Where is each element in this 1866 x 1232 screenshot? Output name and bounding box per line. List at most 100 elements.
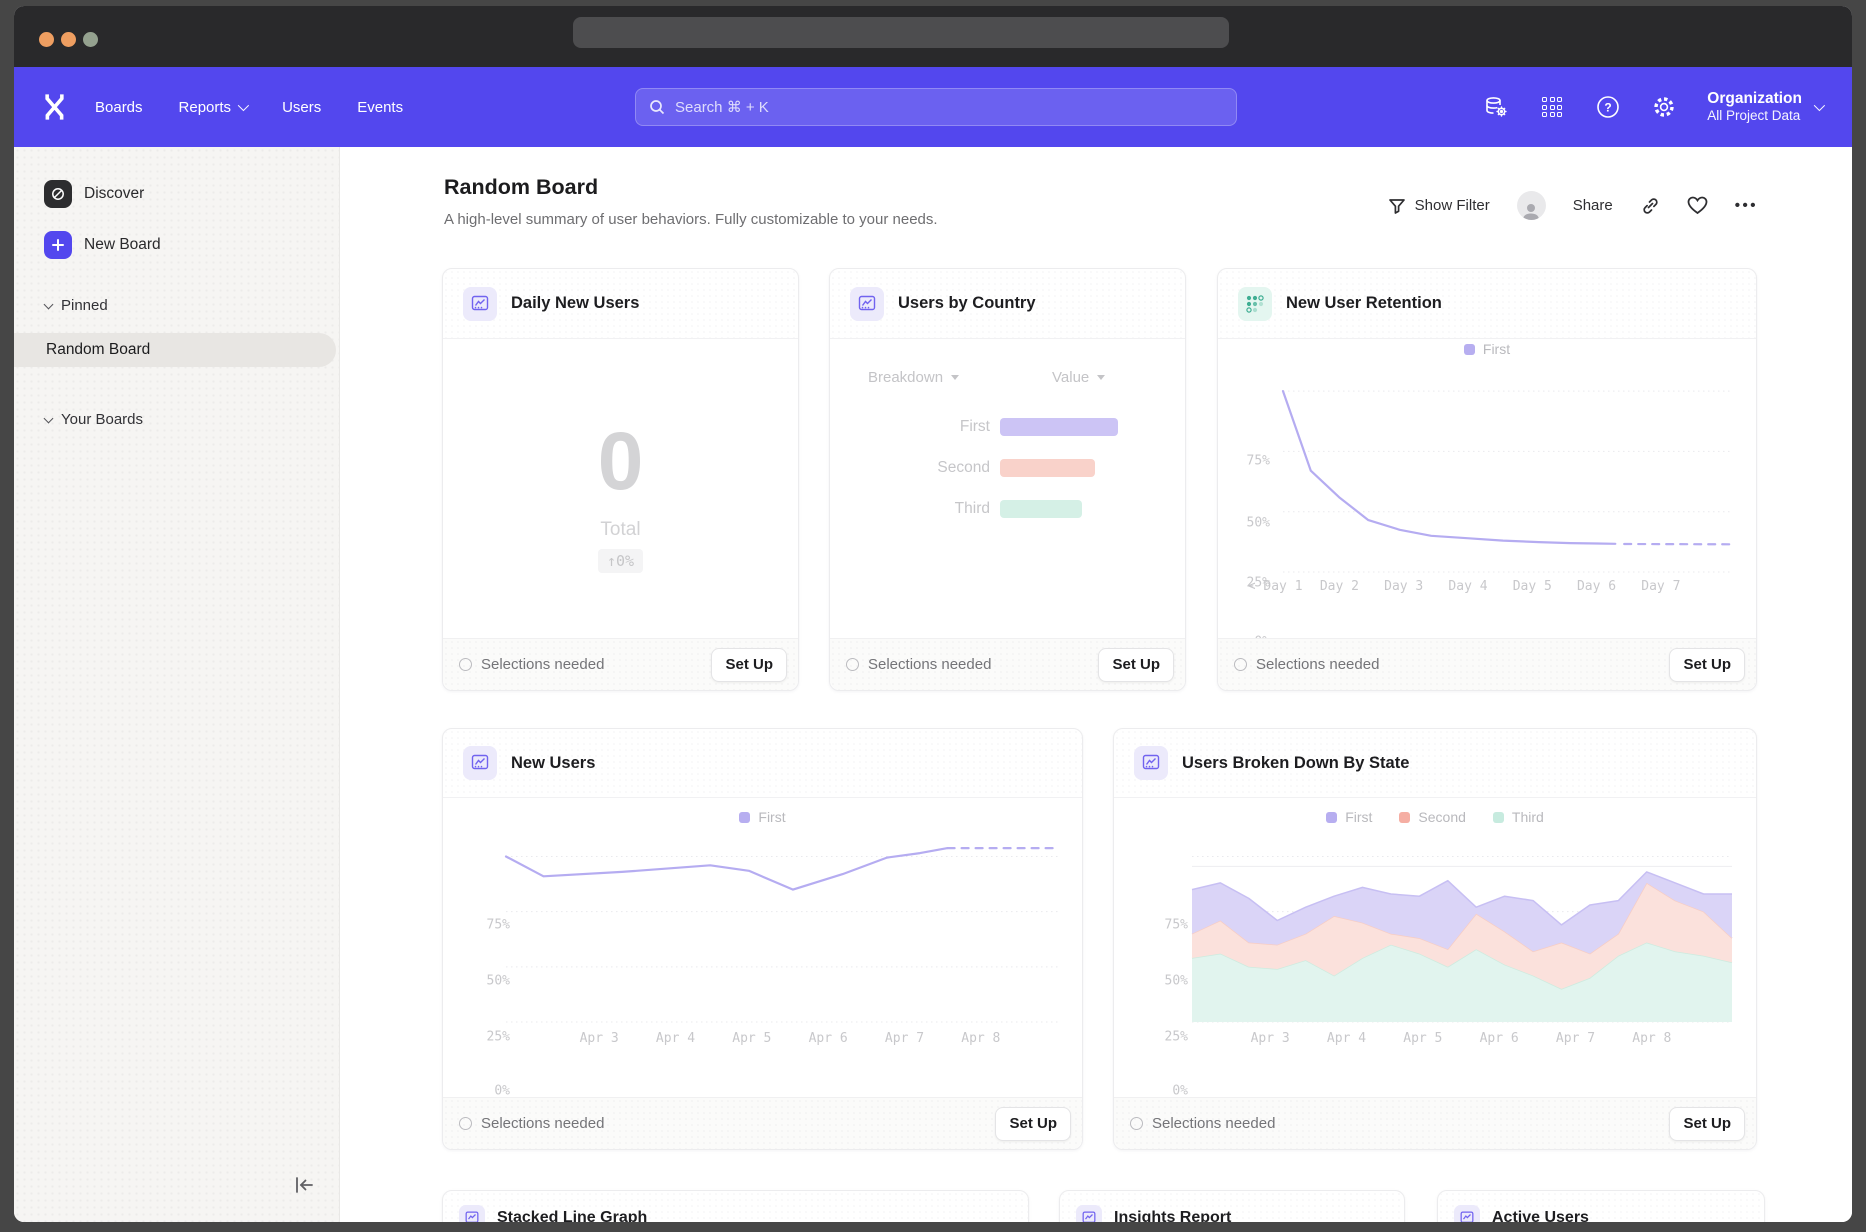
legend-item: First xyxy=(739,809,785,825)
y-tick: 25% xyxy=(1165,1030,1188,1045)
breakdown-dropdown[interactable]: Breakdown xyxy=(868,369,959,386)
legend-swatch xyxy=(1493,812,1504,823)
nav-item-users[interactable]: Users xyxy=(282,99,321,116)
board-main: Random Board A high-level summary of use… xyxy=(340,147,1852,1222)
data-management-icon[interactable] xyxy=(1483,94,1509,120)
status-text: Selections needed xyxy=(1152,1115,1275,1132)
legend-label: Third xyxy=(1512,809,1544,825)
traffic-lights xyxy=(39,32,98,47)
legend-swatch xyxy=(1399,812,1410,823)
chart-legend: First xyxy=(1218,341,1756,357)
more-options-button[interactable]: ••• xyxy=(1735,197,1758,214)
legend-item: First xyxy=(1464,341,1510,357)
x-tick: Apr 6 xyxy=(790,1031,866,1046)
bar-label: Second xyxy=(840,459,990,477)
metric-label: Total xyxy=(443,519,798,541)
close-window-button[interactable] xyxy=(39,32,54,47)
set-up-button[interactable]: Set Up xyxy=(1669,648,1745,682)
y-tick: 75% xyxy=(1247,454,1270,469)
chevron-down-icon xyxy=(44,299,54,309)
set-up-button[interactable]: Set Up xyxy=(711,648,787,682)
minimize-window-button[interactable] xyxy=(61,32,76,47)
nav-item-label: Events xyxy=(357,99,403,116)
x-tick: Apr 5 xyxy=(1385,1031,1461,1046)
show-filter-button[interactable]: Show Filter xyxy=(1388,197,1490,215)
share-button[interactable]: Share xyxy=(1573,197,1613,214)
browser-window: Boards Reports Users Events Search ⌘ + K xyxy=(14,6,1852,1222)
person-icon xyxy=(1521,202,1541,220)
sidebar-item-random-board[interactable]: Random Board xyxy=(14,333,336,367)
copy-link-button[interactable] xyxy=(1640,196,1660,216)
set-up-button[interactable]: Set Up xyxy=(1669,1107,1745,1141)
status-circle-icon xyxy=(1130,1117,1143,1130)
legend-label: Second xyxy=(1418,809,1465,825)
set-up-button[interactable]: Set Up xyxy=(995,1107,1071,1141)
board-actions: Show Filter Share xyxy=(1388,191,1758,220)
sidebar-item-label: Discover xyxy=(84,185,144,203)
x-axis-labels: < Day 1 Day 2 Day 3 Day 4 Day 5 Day 6 Da… xyxy=(1243,579,1693,594)
sidebar-section-your-boards[interactable]: Your Boards xyxy=(45,411,143,428)
search-input[interactable]: Search ⌘ + K xyxy=(635,88,1237,126)
avatar[interactable] xyxy=(1517,191,1546,220)
card-header: Daily New Users xyxy=(443,269,798,339)
status-circle-icon xyxy=(459,1117,472,1130)
card-footer: Selections needed Set Up xyxy=(443,638,798,690)
org-project: All Project Data xyxy=(1707,108,1802,125)
sidebar-item-label: New Board xyxy=(84,236,161,254)
insights-chart-icon xyxy=(463,746,497,780)
mixpanel-logo-icon[interactable] xyxy=(44,93,65,121)
org-name: Organization xyxy=(1707,89,1802,108)
y-tick: 75% xyxy=(1165,918,1188,933)
legend-label: First xyxy=(1345,809,1372,825)
card-footer: Selections needed Set Up xyxy=(830,638,1185,690)
value-dropdown[interactable]: Value xyxy=(1052,369,1105,386)
favorite-button[interactable] xyxy=(1687,196,1708,215)
top-navbar: Boards Reports Users Events Search ⌘ + K xyxy=(14,67,1852,147)
metric-big-value: 0 xyxy=(443,421,798,503)
legend-swatch xyxy=(739,812,750,823)
legend-item: First xyxy=(1326,809,1372,825)
card-users-by-state: Users Broken Down By State First Second xyxy=(1113,728,1757,1150)
card-title: Daily New Users xyxy=(511,294,639,313)
card-header: Insights Report xyxy=(1060,1191,1404,1222)
card-header: Stacked Line Graph xyxy=(443,1191,1028,1222)
filter-icon xyxy=(1388,197,1406,215)
set-up-button[interactable]: Set Up xyxy=(1098,648,1174,682)
org-switcher[interactable]: Organization All Project Data xyxy=(1707,89,1822,125)
x-axis-labels: Apr 3 Apr 4 Apr 5 Apr 6 Apr 7 Apr 8 xyxy=(1232,1031,1690,1046)
x-tick: Apr 4 xyxy=(637,1031,713,1046)
y-tick: 50% xyxy=(1165,974,1188,989)
apps-grid-icon[interactable] xyxy=(1539,94,1565,120)
settings-gear-icon[interactable] xyxy=(1651,94,1677,120)
x-tick: Day 7 xyxy=(1629,579,1693,594)
page-subtitle: A high-level summary of user behaviors. … xyxy=(444,211,938,228)
zoom-window-button[interactable] xyxy=(83,32,98,47)
search-placeholder: Search ⌘ + K xyxy=(675,98,769,116)
bar-second xyxy=(1000,459,1095,477)
insights-chart-icon xyxy=(1076,1205,1102,1222)
help-icon[interactable]: ? xyxy=(1595,94,1621,120)
x-tick: Apr 3 xyxy=(1232,1031,1308,1046)
chevron-down-icon xyxy=(44,413,54,423)
chevron-down-icon xyxy=(1097,375,1105,380)
sidebar-section-pinned[interactable]: Pinned xyxy=(45,297,108,314)
nav-item-reports[interactable]: Reports xyxy=(179,99,247,116)
nav-item-events[interactable]: Events xyxy=(357,99,403,116)
chevron-down-icon xyxy=(1814,100,1825,111)
legend-swatch xyxy=(1464,344,1475,355)
chevron-down-icon xyxy=(951,375,959,380)
status-text: Selections needed xyxy=(868,656,991,673)
y-tick: 50% xyxy=(1247,516,1270,531)
x-tick: Apr 7 xyxy=(866,1031,942,1046)
discover-compass-icon xyxy=(44,180,72,208)
retention-line-chart xyxy=(1283,379,1732,572)
page-title: Random Board xyxy=(444,175,598,200)
sidebar-item-discover[interactable]: Discover xyxy=(44,180,144,208)
sidebar-collapse-button[interactable] xyxy=(291,1174,315,1196)
sidebar: Discover New Board Pinned Random Board xyxy=(14,147,340,1222)
share-label: Share xyxy=(1573,197,1613,214)
address-bar[interactable] xyxy=(573,17,1229,48)
sidebar-item-new-board[interactable]: New Board xyxy=(44,231,161,259)
legend-item: Third xyxy=(1493,809,1544,825)
nav-item-boards[interactable]: Boards xyxy=(95,99,143,116)
